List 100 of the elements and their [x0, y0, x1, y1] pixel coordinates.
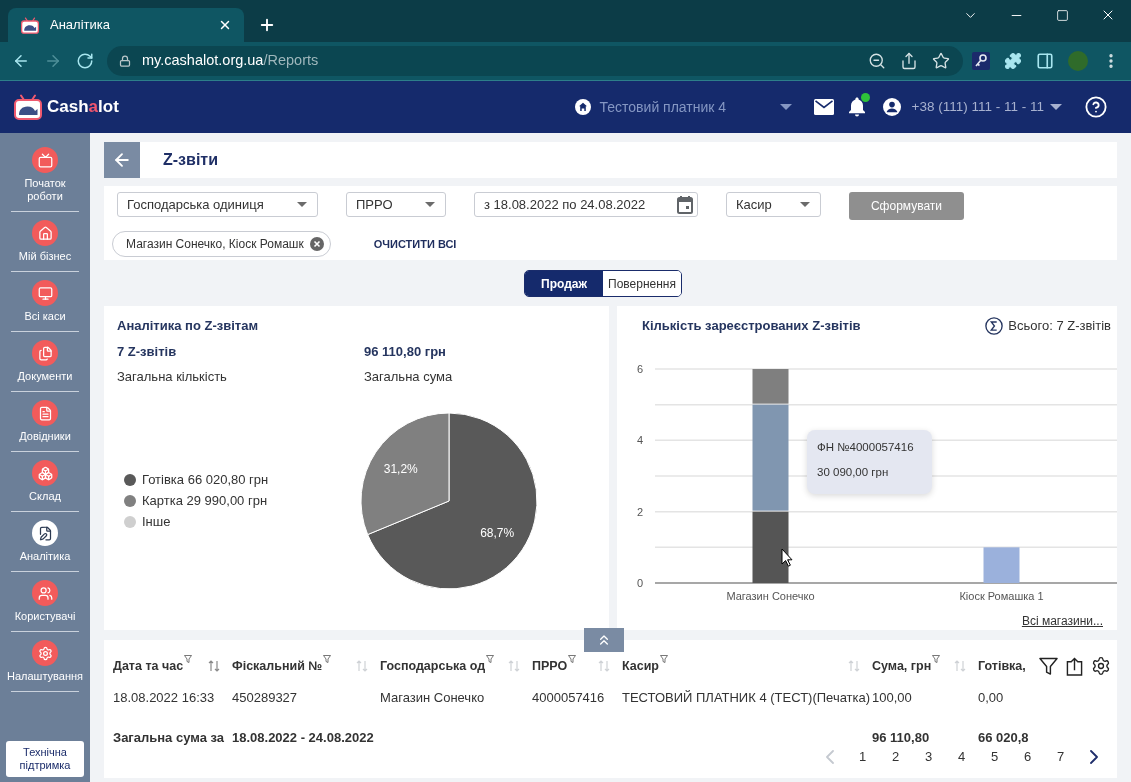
logo-icon: [14, 94, 42, 120]
axis-tick-label: 2: [636, 505, 644, 518]
column-header[interactable]: Фіскальний №: [232, 656, 323, 676]
settings-icon[interactable]: [1091, 656, 1111, 676]
category-label: Кіоск Ромашка 1: [959, 590, 1044, 602]
tooltip-value: 30 090,00 грн: [817, 465, 890, 479]
sidebar-item[interactable]: Користувачі: [0, 572, 90, 631]
total-cash: 66 020,8: [978, 729, 1030, 748]
caret-icon[interactable]: [779, 104, 792, 110]
page-title: Z-звіти: [163, 150, 218, 170]
date-field[interactable]: з 18.08.2022 по 24.08.2022: [474, 192, 698, 217]
dropdown[interactable]: Господарська одиниця: [117, 192, 318, 217]
mode-tab[interactable]: Продаж: [525, 271, 603, 296]
dropdown[interactable]: ПРРО: [346, 192, 446, 217]
document-icon: [32, 400, 58, 426]
home-icon: [574, 99, 591, 115]
account-dropdown[interactable]: +38 (111) 111 - 11 - 11: [911, 96, 1062, 118]
stat-caption: Загальна сума: [364, 369, 454, 385]
sidebar-item[interactable]: Мій бізнес: [0, 212, 90, 271]
clear-all-button[interactable]: ОЧИСТИТИ ВСІ: [373, 235, 457, 253]
sort-icon[interactable]: [208, 660, 220, 672]
mail-icon[interactable]: [813, 99, 834, 115]
filter-icon[interactable]: [1039, 656, 1058, 676]
new-tab-icon[interactable]: [258, 16, 276, 34]
export-icon[interactable]: [1066, 656, 1083, 676]
monitor-icon: [32, 280, 58, 306]
share-icon[interactable]: [900, 52, 918, 70]
total-count: Всього: 7 Z-звітів: [1008, 317, 1111, 336]
table-cell-text: 100,00: [872, 689, 913, 708]
zoom-out-icon[interactable]: [868, 52, 886, 70]
collapse-button[interactable]: [584, 628, 624, 652]
back-button[interactable]: [104, 142, 140, 178]
sidebar-icon[interactable]: [1036, 52, 1054, 70]
column-header[interactable]: Дата та час: [113, 656, 184, 676]
caret-icon[interactable]: [800, 202, 810, 207]
sidebar-item[interactable]: Документи: [0, 332, 90, 391]
page-button[interactable]: 7: [1044, 747, 1077, 767]
slice-label: 31,2%: [383, 461, 418, 476]
mode-tab[interactable]: Повернення: [603, 271, 681, 296]
favicon-icon: [21, 16, 39, 34]
sidebar-item[interactable]: Довідники: [0, 392, 90, 451]
address-bar[interactable]: my.cashalot.org.ua/Reports: [107, 46, 963, 76]
bell-icon[interactable]: [847, 97, 866, 117]
chevron-right-icon: [1089, 750, 1098, 764]
star-icon[interactable]: [932, 52, 950, 70]
card-title: Аналітика по Z-звітам: [117, 318, 259, 334]
column-header[interactable]: Сума, грн: [872, 656, 932, 676]
page-button[interactable]: 1: [846, 747, 879, 767]
column-header[interactable]: Готівка,: [978, 656, 1026, 676]
table-cell-text: 0,00: [978, 689, 1005, 708]
support-button[interactable]: Технічна підтримка: [6, 741, 84, 777]
caret-icon[interactable]: [425, 202, 435, 207]
tooltip-title: ФН №4000057416: [817, 440, 915, 454]
calendar-icon[interactable]: [677, 195, 693, 214]
column-header[interactable]: Касир: [622, 656, 659, 676]
table-cell-text: 18.08.2022 16:33: [113, 689, 216, 708]
page-button[interactable]: 5: [978, 747, 1011, 767]
card-title: Кількість зареєстрованих Z-звітів: [642, 318, 861, 334]
legend-label: Інше: [142, 512, 171, 531]
settings-icon: [32, 640, 58, 666]
caret-icon[interactable]: [297, 202, 307, 207]
column-header[interactable]: ПРРО: [532, 656, 568, 676]
boxes-icon: [32, 460, 58, 486]
page-button[interactable]: 4: [945, 747, 978, 767]
caret-icon[interactable]: [1050, 104, 1062, 110]
total-sum: 96 110,80: [872, 729, 931, 748]
sidebar-item[interactable]: Аналітика: [0, 512, 90, 571]
axis-tick-label: 6: [636, 363, 644, 375]
sidebar-item[interactable]: Всі каси: [0, 272, 90, 331]
total-period: 18.08.2022 - 24.08.2022: [232, 729, 375, 748]
puzzle-icon[interactable]: [1004, 52, 1022, 70]
axis-tick-label: 0: [636, 577, 644, 589]
page-button[interactable]: 6: [1011, 747, 1044, 767]
key-icon[interactable]: [972, 52, 990, 70]
page-button[interactable]: 2: [879, 747, 912, 767]
mouse-pointer-icon: [781, 548, 793, 567]
logo-text: Cashalot: [47, 96, 119, 119]
url-text: my.cashalot.org.ua/Reports: [142, 51, 319, 71]
column-header[interactable]: Господарська од: [380, 656, 486, 676]
browser-tab[interactable]: Аналітика: [8, 8, 244, 42]
back-icon[interactable]: [12, 52, 30, 70]
maximize-icon[interactable]: [1055, 8, 1069, 22]
reload-icon[interactable]: [76, 52, 94, 70]
dropdown[interactable]: Касир: [726, 192, 821, 217]
payer-dropdown[interactable]: Тестовий платник 4: [574, 96, 792, 118]
sidebar-item[interactable]: Початок роботи: [0, 139, 90, 211]
sidebar-item[interactable]: Налаштування: [0, 632, 90, 691]
table-cell-text: ТЕСТОВИЙ ПЛАТНИК 4 (ТЕСТ)(Печатка): [622, 689, 872, 708]
legend-label: Картка 29 990,00 грн: [142, 491, 268, 510]
tv-icon: [32, 147, 58, 173]
all-stores-link[interactable]: Всі магазини...: [1021, 612, 1103, 630]
axis-tick-label: 4: [636, 434, 644, 447]
stat-value: 96 110,80 грн: [364, 344, 447, 360]
remove-icon[interactable]: [309, 237, 324, 251]
user-icon[interactable]: [882, 98, 901, 116]
lock-icon: [119, 55, 131, 67]
page-button[interactable]: 3: [912, 747, 945, 767]
help-icon[interactable]: [1085, 96, 1107, 118]
close-icon[interactable]: [218, 18, 232, 32]
sidebar-item[interactable]: Склад: [0, 452, 90, 511]
